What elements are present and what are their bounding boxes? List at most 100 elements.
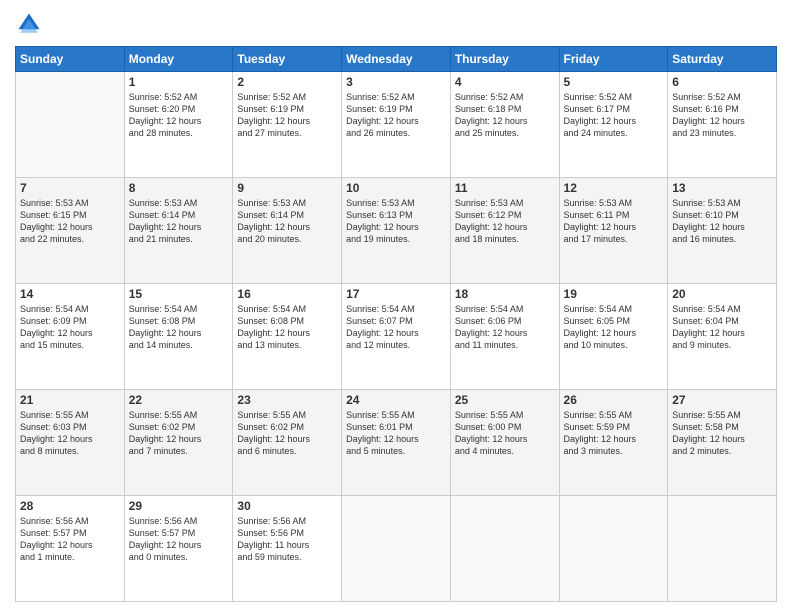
cell-info: Sunrise: 5:55 AM Sunset: 6:02 PM Dayligh… — [129, 409, 229, 458]
calendar-cell: 2 Sunrise: 5:52 AM Sunset: 6:19 PM Daylig… — [233, 72, 342, 178]
calendar-cell — [16, 72, 125, 178]
cell-info: Sunrise: 5:54 AM Sunset: 6:09 PM Dayligh… — [20, 303, 120, 352]
cell-info: Sunrise: 5:55 AM Sunset: 6:02 PM Dayligh… — [237, 409, 337, 458]
calendar-cell: 20 Sunrise: 5:54 AM Sunset: 6:04 PM Dayli… — [668, 284, 777, 390]
day-header-tuesday: Tuesday — [233, 47, 342, 72]
logo-icon — [15, 10, 43, 38]
cell-info: Sunrise: 5:54 AM Sunset: 6:05 PM Dayligh… — [564, 303, 664, 352]
calendar-cell: 16Sunrise: 5:54 AM Sunset: 6:08 PM Dayli… — [233, 284, 342, 390]
cell-info: Sunrise: 5:55 AM Sunset: 6:01 PM Dayligh… — [346, 409, 446, 458]
day-number: 24 — [346, 393, 446, 407]
cell-info: Sunrise: 5:54 AM Sunset: 6:06 PM Dayligh… — [455, 303, 555, 352]
cell-info: Sunrise: 5:53 AM Sunset: 6:15 PM Dayligh… — [20, 197, 120, 246]
day-number: 27 — [672, 393, 772, 407]
day-number: 12 — [564, 181, 664, 195]
cell-info: Sunrise: 5:55 AM Sunset: 5:58 PM Dayligh… — [672, 409, 772, 458]
cell-info: Sunrise: 5:56 AM Sunset: 5:57 PM Dayligh… — [129, 515, 229, 564]
calendar-cell: 29 Sunrise: 5:56 AM Sunset: 5:57 PM Dayli… — [124, 496, 233, 602]
day-header-monday: Monday — [124, 47, 233, 72]
calendar-cell: 17 Sunrise: 5:54 AM Sunset: 6:07 PM Dayli… — [342, 284, 451, 390]
calendar-cell: 25 Sunrise: 5:55 AM Sunset: 6:00 PM Dayli… — [450, 390, 559, 496]
cell-info: Sunrise: 5:52 AM Sunset: 6:19 PM Dayligh… — [237, 91, 337, 140]
week-row-3: 14 Sunrise: 5:54 AM Sunset: 6:09 PM Dayli… — [16, 284, 777, 390]
cell-info: Sunrise: 5:55 AM Sunset: 5:59 PM Dayligh… — [564, 409, 664, 458]
calendar-cell: 1Sunrise: 5:52 AM Sunset: 6:20 PM Daylig… — [124, 72, 233, 178]
cell-info: Sunrise: 5:54 AM Sunset: 6:08 PM Dayligh… — [129, 303, 229, 352]
day-number: 17 — [346, 287, 446, 301]
cell-info: Sunrise: 5:52 AM Sunset: 6:17 PM Dayligh… — [564, 91, 664, 140]
day-number: 1 — [129, 75, 229, 89]
calendar-cell: 19 Sunrise: 5:54 AM Sunset: 6:05 PM Dayli… — [559, 284, 668, 390]
calendar-cell: 3 Sunrise: 5:52 AM Sunset: 6:19 PM Daylig… — [342, 72, 451, 178]
calendar-cell: 5 Sunrise: 5:52 AM Sunset: 6:17 PM Daylig… — [559, 72, 668, 178]
week-row-1: 1Sunrise: 5:52 AM Sunset: 6:20 PM Daylig… — [16, 72, 777, 178]
day-number: 20 — [672, 287, 772, 301]
cell-info: Sunrise: 5:54 AM Sunset: 6:04 PM Dayligh… — [672, 303, 772, 352]
day-number: 2 — [237, 75, 337, 89]
calendar-cell: 27 Sunrise: 5:55 AM Sunset: 5:58 PM Dayli… — [668, 390, 777, 496]
calendar-cell: 23 Sunrise: 5:55 AM Sunset: 6:02 PM Dayli… — [233, 390, 342, 496]
calendar-cell — [668, 496, 777, 602]
calendar-cell: 26 Sunrise: 5:55 AM Sunset: 5:59 PM Dayli… — [559, 390, 668, 496]
calendar-cell: 4Sunrise: 5:52 AM Sunset: 6:18 PM Daylig… — [450, 72, 559, 178]
calendar-cell: 24 Sunrise: 5:55 AM Sunset: 6:01 PM Dayli… — [342, 390, 451, 496]
calendar-cell: 28 Sunrise: 5:56 AM Sunset: 5:57 PM Dayli… — [16, 496, 125, 602]
calendar-cell: 21 Sunrise: 5:55 AM Sunset: 6:03 PM Dayli… — [16, 390, 125, 496]
page: SundayMondayTuesdayWednesdayThursdayFrid… — [0, 0, 792, 612]
day-number: 3 — [346, 75, 446, 89]
calendar-cell: 22Sunrise: 5:55 AM Sunset: 6:02 PM Dayli… — [124, 390, 233, 496]
day-number: 25 — [455, 393, 555, 407]
day-number: 10 — [346, 181, 446, 195]
day-number: 23 — [237, 393, 337, 407]
calendar-cell: 15 Sunrise: 5:54 AM Sunset: 6:08 PM Dayli… — [124, 284, 233, 390]
header — [15, 10, 777, 38]
calendar-cell: 9 Sunrise: 5:53 AM Sunset: 6:14 PM Daylig… — [233, 178, 342, 284]
cell-info: Sunrise: 5:52 AM Sunset: 6:19 PM Dayligh… — [346, 91, 446, 140]
cell-info: Sunrise: 5:53 AM Sunset: 6:12 PM Dayligh… — [455, 197, 555, 246]
cell-info: Sunrise: 5:54 AM Sunset: 6:07 PM Dayligh… — [346, 303, 446, 352]
day-header-saturday: Saturday — [668, 47, 777, 72]
calendar-cell: 10 Sunrise: 5:53 AM Sunset: 6:13 PM Dayli… — [342, 178, 451, 284]
day-number: 26 — [564, 393, 664, 407]
calendar-cell: 14 Sunrise: 5:54 AM Sunset: 6:09 PM Dayli… — [16, 284, 125, 390]
cell-info: Sunrise: 5:53 AM Sunset: 6:10 PM Dayligh… — [672, 197, 772, 246]
week-row-5: 28 Sunrise: 5:56 AM Sunset: 5:57 PM Dayli… — [16, 496, 777, 602]
day-header-wednesday: Wednesday — [342, 47, 451, 72]
day-number: 19 — [564, 287, 664, 301]
cell-info: Sunrise: 5:55 AM Sunset: 6:03 PM Dayligh… — [20, 409, 120, 458]
day-number: 9 — [237, 181, 337, 195]
day-number: 15 — [129, 287, 229, 301]
day-number: 8 — [129, 181, 229, 195]
calendar-table: SundayMondayTuesdayWednesdayThursdayFrid… — [15, 46, 777, 602]
day-number: 28 — [20, 499, 120, 513]
cell-info: Sunrise: 5:52 AM Sunset: 6:18 PM Dayligh… — [455, 91, 555, 140]
calendar-cell: 30Sunrise: 5:56 AM Sunset: 5:56 PM Dayli… — [233, 496, 342, 602]
cell-info: Sunrise: 5:53 AM Sunset: 6:14 PM Dayligh… — [237, 197, 337, 246]
day-header-sunday: Sunday — [16, 47, 125, 72]
calendar-cell: 7 Sunrise: 5:53 AM Sunset: 6:15 PM Daylig… — [16, 178, 125, 284]
calendar-cell — [450, 496, 559, 602]
calendar-cell: 18Sunrise: 5:54 AM Sunset: 6:06 PM Dayli… — [450, 284, 559, 390]
cell-info: Sunrise: 5:54 AM Sunset: 6:08 PM Dayligh… — [237, 303, 337, 352]
day-number: 29 — [129, 499, 229, 513]
cell-info: Sunrise: 5:53 AM Sunset: 6:14 PM Dayligh… — [129, 197, 229, 246]
cell-info: Sunrise: 5:53 AM Sunset: 6:11 PM Dayligh… — [564, 197, 664, 246]
week-row-2: 7 Sunrise: 5:53 AM Sunset: 6:15 PM Daylig… — [16, 178, 777, 284]
day-number: 7 — [20, 181, 120, 195]
calendar-cell: 13 Sunrise: 5:53 AM Sunset: 6:10 PM Dayli… — [668, 178, 777, 284]
day-number: 13 — [672, 181, 772, 195]
day-number: 14 — [20, 287, 120, 301]
cell-info: Sunrise: 5:56 AM Sunset: 5:57 PM Dayligh… — [20, 515, 120, 564]
calendar-cell — [559, 496, 668, 602]
calendar-header-row: SundayMondayTuesdayWednesdayThursdayFrid… — [16, 47, 777, 72]
day-number: 6 — [672, 75, 772, 89]
calendar-cell: 6 Sunrise: 5:52 AM Sunset: 6:16 PM Daylig… — [668, 72, 777, 178]
day-number: 21 — [20, 393, 120, 407]
cell-info: Sunrise: 5:52 AM Sunset: 6:16 PM Dayligh… — [672, 91, 772, 140]
cell-info: Sunrise: 5:53 AM Sunset: 6:13 PM Dayligh… — [346, 197, 446, 246]
calendar-cell — [342, 496, 451, 602]
day-number: 5 — [564, 75, 664, 89]
calendar-cell: 12 Sunrise: 5:53 AM Sunset: 6:11 PM Dayli… — [559, 178, 668, 284]
cell-info: Sunrise: 5:55 AM Sunset: 6:00 PM Dayligh… — [455, 409, 555, 458]
day-number: 30 — [237, 499, 337, 513]
